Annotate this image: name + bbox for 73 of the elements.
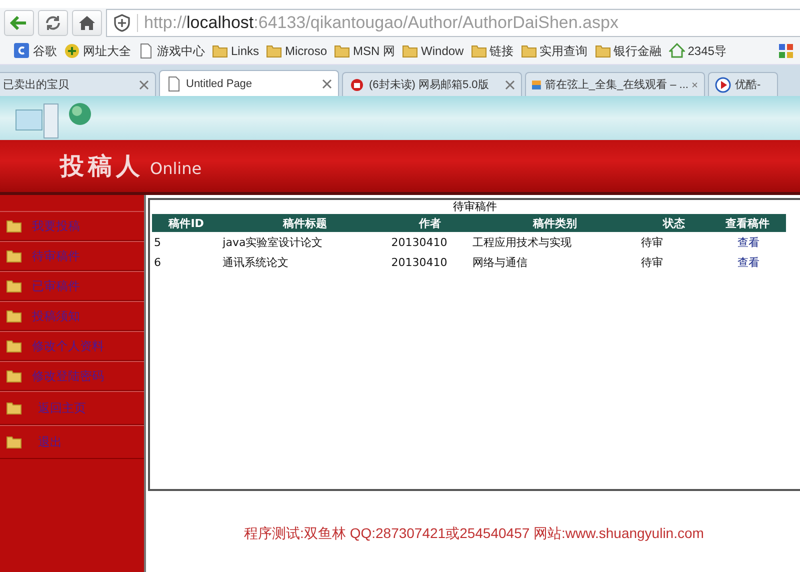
table-cell: java实验室设计论文 bbox=[220, 232, 390, 252]
table-cell-text: 20130410 bbox=[390, 254, 448, 270]
folder-icon bbox=[594, 43, 611, 59]
folder-icon bbox=[6, 308, 22, 324]
column-header: 稿件标题 bbox=[220, 214, 390, 232]
house-icon bbox=[668, 43, 685, 59]
page-icon bbox=[166, 76, 182, 92]
column-header: 状态 bbox=[638, 214, 710, 232]
bookmark-item[interactable]: Microso bbox=[266, 43, 328, 59]
g-logo-icon bbox=[14, 43, 30, 59]
home-button[interactable] bbox=[72, 10, 102, 36]
table-cell-text: 网络与通信 bbox=[472, 254, 529, 270]
column-header: 查看稿件 bbox=[709, 214, 786, 232]
bookmark-item[interactable]: 2345导 bbox=[668, 42, 726, 60]
mail-logo-icon bbox=[349, 76, 365, 92]
bookmark-item[interactable]: Window bbox=[402, 43, 464, 59]
bookmark-item[interactable]: Links bbox=[212, 43, 260, 59]
table-cell-text: 待审 bbox=[640, 254, 664, 270]
folder-icon bbox=[6, 400, 22, 416]
view-link[interactable]: 查看 bbox=[738, 236, 760, 248]
logo-subtext: Online bbox=[150, 159, 202, 178]
bookmark-item[interactable]: 网址大全 bbox=[64, 42, 131, 60]
folder-icon bbox=[6, 434, 22, 450]
folder-icon bbox=[520, 43, 537, 59]
view-link[interactable]: 查看 bbox=[738, 256, 760, 268]
footer-text: 程序测试:双鱼林 QQ:287307421或254540457 网站:www.shuangyulin.com bbox=[243, 525, 705, 543]
column-header: 稿件ID bbox=[152, 214, 221, 232]
bookmark-item[interactable]: 银行金融 bbox=[594, 42, 662, 60]
bookmark-item[interactable]: 谷歌 bbox=[14, 42, 57, 60]
close-icon bbox=[505, 80, 515, 90]
browser-tab[interactable]: 优酷- bbox=[708, 72, 778, 96]
table-cell-text: 通讯系统论文 bbox=[222, 254, 290, 270]
folder-icon bbox=[6, 218, 22, 234]
back-button[interactable] bbox=[4, 10, 34, 36]
table-cell-text: 6 bbox=[153, 254, 162, 270]
url-text: http://localhost:64133/qikantougao/Author/AuthorDaiShen.aspx bbox=[143, 13, 618, 33]
apps-grid-icon bbox=[778, 43, 794, 59]
page-icon bbox=[138, 43, 154, 59]
bookmark-item[interactable]: 游戏中心 bbox=[138, 42, 205, 60]
close-icon bbox=[692, 80, 698, 90]
folder-icon bbox=[212, 43, 228, 59]
bookmark-item[interactable]: 实用查询 bbox=[520, 42, 588, 60]
plus-circle-icon bbox=[64, 43, 80, 59]
browser-tab[interactable]: 箭在弦上_全集_在线观看 – ... bbox=[525, 72, 705, 96]
column-header: 稿件类别 bbox=[470, 214, 639, 232]
column-header: 作者 bbox=[389, 214, 471, 232]
close-icon bbox=[139, 80, 149, 90]
browser-tab[interactable]: Untitled Page bbox=[159, 70, 339, 96]
folder-icon bbox=[334, 43, 350, 59]
refresh-button[interactable] bbox=[38, 10, 68, 36]
folder-icon bbox=[470, 43, 487, 59]
folder-icon bbox=[266, 43, 282, 59]
folder-icon bbox=[6, 248, 22, 264]
refresh-icon bbox=[44, 14, 62, 32]
home-icon bbox=[78, 15, 96, 31]
table-title: 待审稿件 bbox=[452, 200, 498, 214]
back-arrow-icon bbox=[10, 15, 28, 31]
folder-icon bbox=[6, 338, 22, 354]
play-circle-icon bbox=[715, 76, 731, 92]
address-bar[interactable]: http://localhost:64133/qikantougao/Author/AuthorDaiShen.aspx bbox=[106, 9, 800, 37]
browser-tab[interactable]: (6封未读) 网易邮箱5.0版 bbox=[342, 72, 522, 96]
table-cell: 工程应用技术与实现 bbox=[470, 232, 639, 252]
table-cell: 待审 bbox=[638, 232, 710, 252]
folder-icon bbox=[6, 278, 22, 294]
folder-icon bbox=[6, 368, 22, 384]
browser-tab[interactable]: 已卖出的宝贝 bbox=[0, 72, 156, 96]
table-cell: 20130410 bbox=[389, 232, 471, 252]
logo-text: 投稿人 bbox=[60, 150, 144, 182]
table-cell: 5 bbox=[152, 232, 221, 252]
close-icon bbox=[322, 78, 332, 88]
bookmark-item[interactable]: 链接 bbox=[470, 42, 514, 60]
bookmark-item[interactable]: MSN 网 bbox=[334, 42, 396, 60]
folder-icon bbox=[402, 43, 418, 59]
